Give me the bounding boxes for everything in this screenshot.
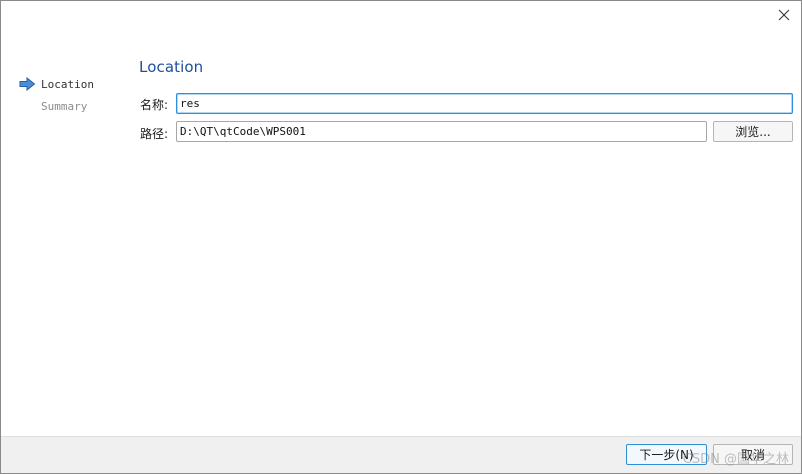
next-button[interactable]: 下一步(N) [626,444,707,465]
path-field[interactable]: D:\QT\qtCode\WPS001 [176,121,707,142]
step-location: Location [19,73,129,95]
close-button[interactable] [771,4,797,26]
name-label: 名称: [140,98,169,112]
name-field[interactable]: res [176,93,793,114]
step-label: Location [41,77,94,91]
step-summary: Summary [19,95,129,117]
browse-button[interactable]: 浏览... [713,121,793,142]
wizard-window: Location Summary Location 名称: res 路径: D:… [0,0,802,474]
step-label: Summary [41,99,88,113]
path-label: 路径: [140,127,169,141]
cancel-button[interactable]: 取消 [713,444,793,465]
page-title: Location [139,58,204,76]
current-step-arrow-icon [19,76,41,92]
close-icon [778,9,790,21]
wizard-steps: Location Summary [19,73,129,117]
button-bar: 下一步(N) 取消 CSDN @国华之林 [1,436,801,473]
